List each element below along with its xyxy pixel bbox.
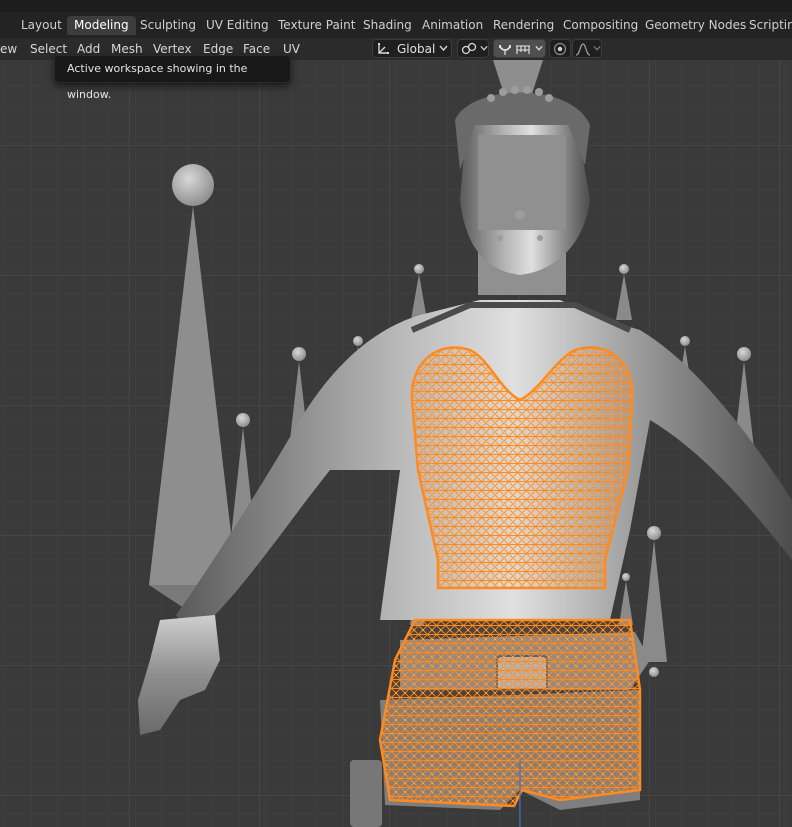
bone-head[interactable] xyxy=(353,336,363,346)
pivot-link-icon xyxy=(461,42,477,55)
bone-head[interactable] xyxy=(414,264,424,274)
snapping-group[interactable] xyxy=(493,39,546,58)
proportional-edit-toggle[interactable] xyxy=(549,39,571,58)
window-top-strip xyxy=(0,0,792,12)
transform-orientation-dropdown[interactable]: Global xyxy=(372,39,452,58)
proportional-falloff-dropdown[interactable] xyxy=(572,39,602,58)
tab-shading[interactable]: Shading xyxy=(356,16,419,35)
holster[interactable] xyxy=(350,760,382,827)
bone-head[interactable] xyxy=(236,413,250,427)
chevron-down-icon xyxy=(439,45,448,52)
3d-viewport[interactable] xyxy=(0,60,792,827)
falloff-curve-icon xyxy=(575,43,591,56)
proportional-edit-icon xyxy=(553,42,567,56)
tab-texture-paint[interactable]: Texture Paint xyxy=(271,16,362,35)
bone-head[interactable] xyxy=(619,264,629,274)
tab-uv-editing[interactable]: UV Editing xyxy=(199,16,276,35)
tab-layout[interactable]: Layout xyxy=(14,16,69,35)
bone-head[interactable] xyxy=(647,526,661,540)
bone-head[interactable] xyxy=(622,573,630,581)
bone-head[interactable] xyxy=(649,667,659,677)
tab-compositing[interactable]: Compositing xyxy=(556,16,645,35)
chevron-down-icon xyxy=(593,45,601,51)
chevron-down-icon xyxy=(480,45,488,51)
snap-increment-icon xyxy=(516,45,530,54)
menu-view[interactable]: ew xyxy=(0,41,17,57)
bone-head[interactable] xyxy=(737,347,751,361)
workspace-tab-bar: Layout Modeling Sculpting UV Editing Tex… xyxy=(0,12,792,38)
tab-scripting[interactable]: Scripting xyxy=(742,16,792,35)
tab-geometry-nodes[interactable]: Geometry Nodes xyxy=(638,16,753,35)
orientation-value: Global xyxy=(397,42,436,56)
bone-head[interactable] xyxy=(292,347,306,361)
tab-rendering[interactable]: Rendering xyxy=(486,16,561,35)
chevron-down-icon xyxy=(535,45,543,51)
bone-head[interactable] xyxy=(680,336,690,346)
pivot-point-dropdown[interactable] xyxy=(457,39,489,58)
tab-sculpting[interactable]: Sculpting xyxy=(133,16,203,35)
selected-shorts-mesh[interactable] xyxy=(378,618,642,808)
snap-magnet-icon xyxy=(499,44,511,55)
tab-animation[interactable]: Animation xyxy=(415,16,490,35)
orientation-icon xyxy=(378,43,389,54)
workspace-tooltip: Active workspace showing in the window. xyxy=(54,55,291,101)
tab-modeling[interactable]: Modeling xyxy=(67,16,136,35)
bone-head[interactable] xyxy=(172,164,214,206)
